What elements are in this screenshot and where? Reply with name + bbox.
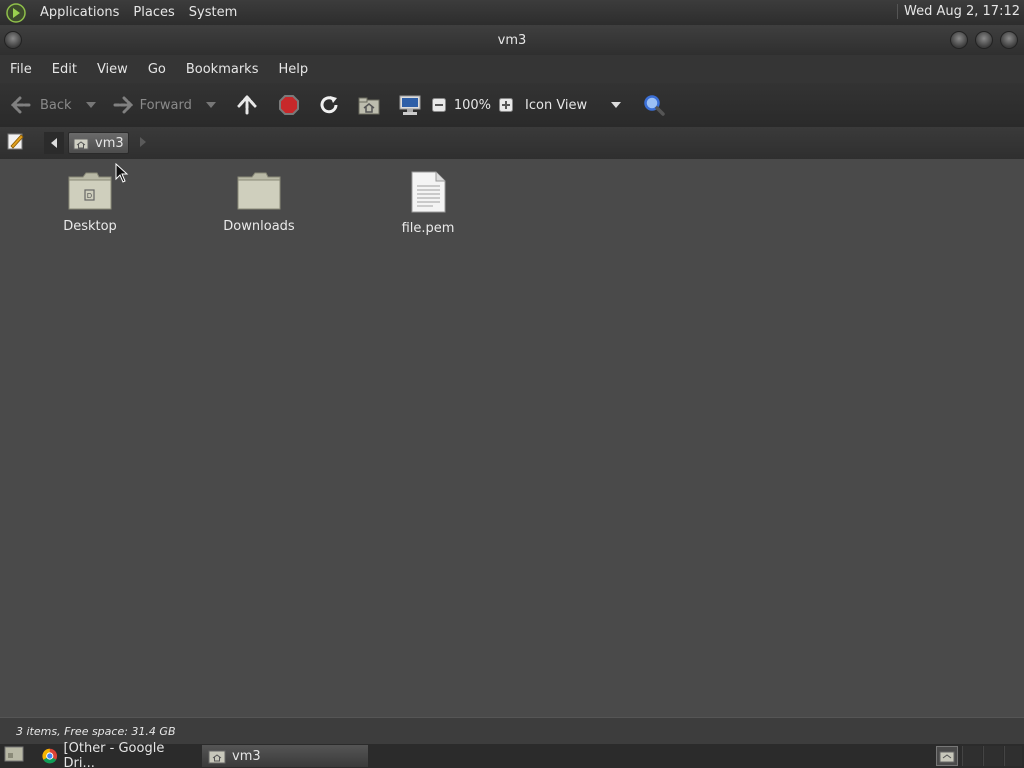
- menu-help[interactable]: Help: [268, 62, 318, 77]
- top-panel: Applications Places System Wed Aug 2, 17…: [0, 0, 1024, 25]
- view-mode-select[interactable]: Icon View: [525, 89, 622, 121]
- edit-icon: [7, 133, 24, 150]
- taskbar-label: [Other - Google Dri...: [63, 741, 165, 768]
- stop-button[interactable]: [278, 89, 300, 121]
- menu-view[interactable]: View: [87, 62, 138, 77]
- forward-history-dropdown[interactable]: [205, 89, 216, 121]
- minimize-button[interactable]: [950, 31, 968, 49]
- menu-edit[interactable]: Edit: [42, 62, 87, 77]
- toolbar: Back Forward 100% Icon View: [0, 83, 1024, 127]
- breadcrumb-vm3[interactable]: vm3: [68, 132, 129, 154]
- bottom-panel: [Other - Google Dri... vm3: [0, 741, 1024, 768]
- chevron-left-icon: [51, 138, 57, 148]
- maximize-button[interactable]: [975, 31, 993, 49]
- system-menu[interactable]: System: [189, 5, 237, 20]
- taskbar-label: vm3: [232, 748, 261, 764]
- document-icon: [411, 171, 446, 213]
- desktop-folder-icon: D: [68, 172, 112, 210]
- workspace-2[interactable]: [962, 746, 982, 766]
- home-folder-icon: [73, 138, 89, 150]
- toggle-location-entry-button[interactable]: [6, 131, 26, 155]
- computer-icon: [399, 95, 421, 115]
- breadcrumb-left-button[interactable]: [44, 132, 64, 154]
- home-folder-icon: [208, 750, 226, 764]
- forward-label: Forward: [139, 97, 192, 113]
- taskbar-item-browser[interactable]: [Other - Google Dri...: [36, 741, 202, 768]
- zoom-out-icon: [431, 98, 446, 112]
- clock[interactable]: Wed Aug 2, 17:12: [897, 4, 1020, 19]
- back-button[interactable]: Back: [10, 89, 72, 121]
- zoom-in-icon: [499, 98, 514, 112]
- places-menu[interactable]: Places: [133, 5, 174, 20]
- distro-logo-icon[interactable]: [6, 2, 26, 23]
- workspace-4[interactable]: [1004, 746, 1022, 766]
- chevron-down-icon: [611, 102, 622, 108]
- svg-text:D: D: [87, 192, 92, 200]
- forward-arrow-icon: [111, 96, 133, 114]
- up-arrow-icon: [237, 95, 257, 115]
- home-folder-icon: [358, 97, 380, 115]
- up-button[interactable]: [236, 89, 258, 121]
- chrome-icon: [42, 748, 58, 764]
- status-bar: 3 items, Free space: 31.4 GB: [0, 717, 1024, 744]
- location-bar: vm3: [0, 127, 1024, 159]
- workspace-3[interactable]: [983, 746, 1003, 766]
- breadcrumb-right-button[interactable]: [139, 136, 147, 151]
- file-label: Desktop: [63, 219, 117, 234]
- reload-button[interactable]: [318, 89, 340, 121]
- status-text: 3 items, Free space: 31.4 GB: [16, 724, 176, 738]
- forward-button[interactable]: Forward: [110, 89, 192, 121]
- stop-icon: [278, 95, 299, 115]
- folder-icon: [237, 172, 281, 210]
- close-button[interactable]: [1000, 31, 1018, 49]
- file-label: Downloads: [223, 219, 295, 234]
- breadcrumb-label: vm3: [95, 135, 124, 151]
- file-item-pem[interactable]: file.pem: [373, 171, 483, 236]
- show-desktop-icon: [4, 746, 24, 762]
- menubar: File Edit View Go Bookmarks Help: [0, 55, 1024, 83]
- zoom-level[interactable]: 100%: [454, 98, 491, 113]
- search-icon: [644, 95, 665, 116]
- workspace-switcher[interactable]: [936, 746, 958, 766]
- window-menu-button[interactable]: [4, 31, 22, 49]
- back-arrow-icon: [10, 96, 33, 114]
- file-item-downloads[interactable]: Downloads: [204, 171, 314, 234]
- window-titlebar[interactable]: vm3: [0, 25, 1024, 55]
- back-label: Back: [40, 97, 72, 113]
- search-button[interactable]: [643, 89, 665, 121]
- show-desktop-button[interactable]: [4, 745, 24, 767]
- view-mode-label: Icon View: [525, 97, 588, 113]
- window-title: vm3: [497, 32, 527, 48]
- zoom-out-button[interactable]: [431, 89, 446, 121]
- file-label: file.pem: [401, 221, 455, 236]
- mouse-cursor-icon: [115, 163, 129, 183]
- home-button[interactable]: [358, 89, 380, 121]
- home-folder-icon: [939, 751, 955, 763]
- chevron-right-icon: [139, 136, 146, 147]
- menu-bookmarks[interactable]: Bookmarks: [176, 62, 269, 77]
- computer-button[interactable]: [398, 89, 422, 121]
- applications-menu[interactable]: Applications: [40, 5, 119, 20]
- zoom-in-button[interactable]: [499, 89, 514, 121]
- taskbar-item-vm3[interactable]: vm3: [202, 745, 368, 767]
- back-history-dropdown[interactable]: [85, 89, 96, 121]
- menu-go[interactable]: Go: [138, 62, 176, 77]
- reload-icon: [320, 96, 338, 114]
- file-view[interactable]: D Desktop Downloads file.pem: [0, 159, 1024, 717]
- menu-file[interactable]: File: [0, 62, 42, 77]
